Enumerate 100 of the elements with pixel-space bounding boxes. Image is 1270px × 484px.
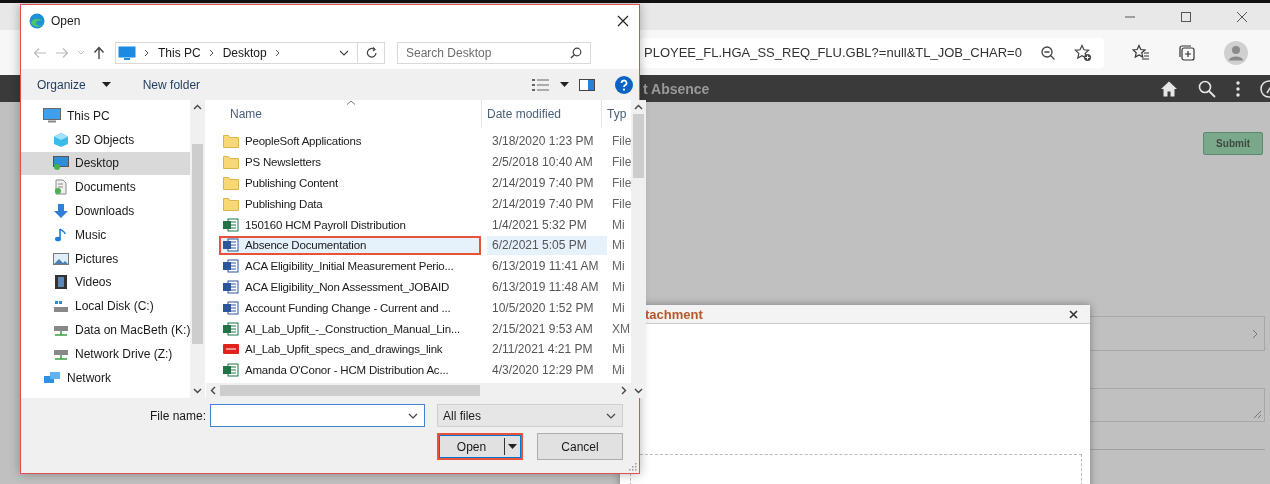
nav-item[interactable]: Music [21, 223, 190, 247]
compass-icon[interactable] [1260, 79, 1270, 98]
modal-title: tachment [645, 306, 703, 322]
dialog-title: Open [51, 13, 81, 28]
chevron-down-icon[interactable] [408, 413, 418, 419]
nav-item[interactable]: Network [21, 365, 190, 390]
scroll-down-icon[interactable] [193, 388, 202, 394]
maximize-icon[interactable] [1180, 10, 1192, 23]
scroll-thumb[interactable] [192, 144, 203, 344]
close-icon[interactable] [1236, 10, 1248, 23]
type-cell-text: XM [611, 321, 631, 336]
file-name-label: File name: [149, 408, 206, 423]
search-icon [570, 46, 582, 59]
nav-item[interactable]: Downloads [21, 199, 190, 223]
type-cell-text: File [611, 176, 632, 190]
new-folder-button[interactable]: New folder [136, 74, 207, 95]
chevron-right-icon[interactable] [274, 48, 281, 57]
address-field[interactable]: PLOYEE_FL.HGA_SS_REQ_FLU.GBL?=null&TL_JOB_CHAR=0 [640, 37, 1104, 68]
folder-icon [223, 155, 239, 170]
monitor-icon [118, 45, 136, 60]
sort-caret-icon [346, 100, 356, 105]
type-cell-text: File [611, 196, 632, 211]
scroll-up-icon[interactable] [634, 104, 644, 110]
add-favorite-icon[interactable] [1073, 43, 1092, 62]
chevron-right-icon[interactable] [144, 48, 150, 57]
nav-item[interactable]: Videos [21, 270, 190, 295]
file-row[interactable]: 150160 HCM Payroll Distribution [219, 215, 481, 235]
scroll-right-icon[interactable] [621, 386, 628, 395]
nav-item[interactable]: This PC [21, 104, 190, 128]
breadcrumb-item[interactable]: Desktop [222, 45, 267, 60]
nav-item[interactable]: Network Drive (Z:) [21, 341, 190, 366]
zoom-out-icon[interactable] [1039, 44, 1056, 61]
document-icon [53, 179, 69, 196]
cube-icon [53, 131, 69, 148]
chevron-down-icon[interactable] [339, 49, 349, 56]
type-cell-text: Mi [611, 300, 626, 315]
chevron-right-icon[interactable] [208, 48, 215, 57]
nav-item[interactable]: Local Disk (C:) [21, 294, 190, 319]
help-icon[interactable] [615, 75, 633, 94]
file-row[interactable]: AI_Lab_Upfit_-_Construction_Manual_Lin... [219, 319, 481, 339]
file-row[interactable]: Amanda O'Conor - HCM Distribution Ac... [219, 360, 481, 380]
type-cell-text: Mi [611, 217, 626, 232]
nav-item[interactable]: Data on MacBeth (K:) [21, 318, 190, 342]
scroll-thumb[interactable] [220, 385, 480, 396]
avatar-icon[interactable] [1223, 40, 1248, 65]
nav-item[interactable]: Documents [21, 175, 190, 200]
file-row[interactable]: Publishing Data [219, 194, 481, 214]
open-button[interactable]: Open [437, 433, 523, 460]
close-icon[interactable] [1069, 309, 1078, 319]
home-icon[interactable] [1160, 79, 1178, 98]
network-icon [43, 370, 61, 386]
scrollbar[interactable] [206, 383, 632, 398]
scrollbar[interactable] [631, 100, 647, 398]
date-cell-text: 2/11/2021 4:21 PM [491, 341, 594, 359]
document-icon [223, 238, 239, 253]
file-row[interactable]: PeopleSoft Applications [219, 131, 481, 151]
file-row[interactable]: Account Funding Change - Current and ... [219, 298, 481, 318]
scroll-up-icon[interactable] [193, 104, 202, 110]
nav-item[interactable]: Pictures [21, 246, 190, 271]
scroll-thumb[interactable] [633, 114, 645, 178]
kebab-menu-icon[interactable] [1236, 80, 1240, 97]
column-header[interactable]: Typ [602, 100, 632, 128]
close-icon[interactable] [617, 14, 629, 27]
caret-icon[interactable] [560, 82, 569, 87]
file-row[interactable]: PS Newsletters [219, 152, 481, 172]
date-cell: 6/2/2021 5:05 PM [487, 235, 607, 255]
file-name-field[interactable] [210, 404, 425, 427]
organize-menu[interactable]: Organize [31, 74, 117, 95]
pdf-icon [223, 342, 239, 357]
caret-icon [101, 82, 111, 87]
type-cell-text: Mi [611, 342, 626, 357]
name-column-header[interactable]: Name [206, 100, 482, 128]
breadcrumb-item[interactable]: This PC [158, 45, 201, 60]
file-row[interactable]: AI_Lab_Upfit_specs_and_drawings_link [219, 339, 481, 359]
date-cell-text: 1/4/2021 5:32 PM [491, 216, 588, 234]
up-icon[interactable] [93, 45, 105, 60]
file-type-dropdown[interactable]: All files [437, 404, 623, 427]
file-row[interactable]: Publishing Content [219, 173, 481, 193]
type-cell-text: Mi [611, 238, 626, 253]
preview-pane-icon[interactable] [579, 78, 595, 91]
file-row[interactable]: ACA Eligibility_Non Assessment_JOBAID [219, 277, 481, 297]
scroll-down-icon[interactable] [634, 388, 644, 394]
nav-item[interactable]: Desktop [21, 151, 190, 176]
nav-item[interactable]: 3D Objects [21, 127, 190, 152]
resize-grip-icon [629, 463, 637, 471]
page-title: t Absence [643, 80, 710, 97]
type-cell-text: Mi [611, 259, 626, 274]
search-icon[interactable] [1198, 79, 1216, 98]
file-row[interactable]: Absence Documentation [219, 235, 481, 255]
view-options-icon[interactable] [532, 78, 550, 91]
path-field[interactable]: This PC Desktop [115, 41, 385, 64]
search-field[interactable]: Search Desktop [397, 41, 591, 64]
collections-icon[interactable] [1177, 43, 1196, 62]
file-row[interactable]: ACA Eligibility_Initial Measurement Perio... [219, 256, 481, 276]
scroll-left-icon[interactable] [210, 386, 216, 395]
cancel-button[interactable]: Cancel [537, 433, 623, 460]
chevron-right-icon [1252, 328, 1258, 339]
refresh-icon[interactable] [366, 46, 378, 59]
favorites-icon[interactable] [1131, 43, 1150, 62]
date-column-header[interactable]: Date modified [482, 100, 602, 128]
